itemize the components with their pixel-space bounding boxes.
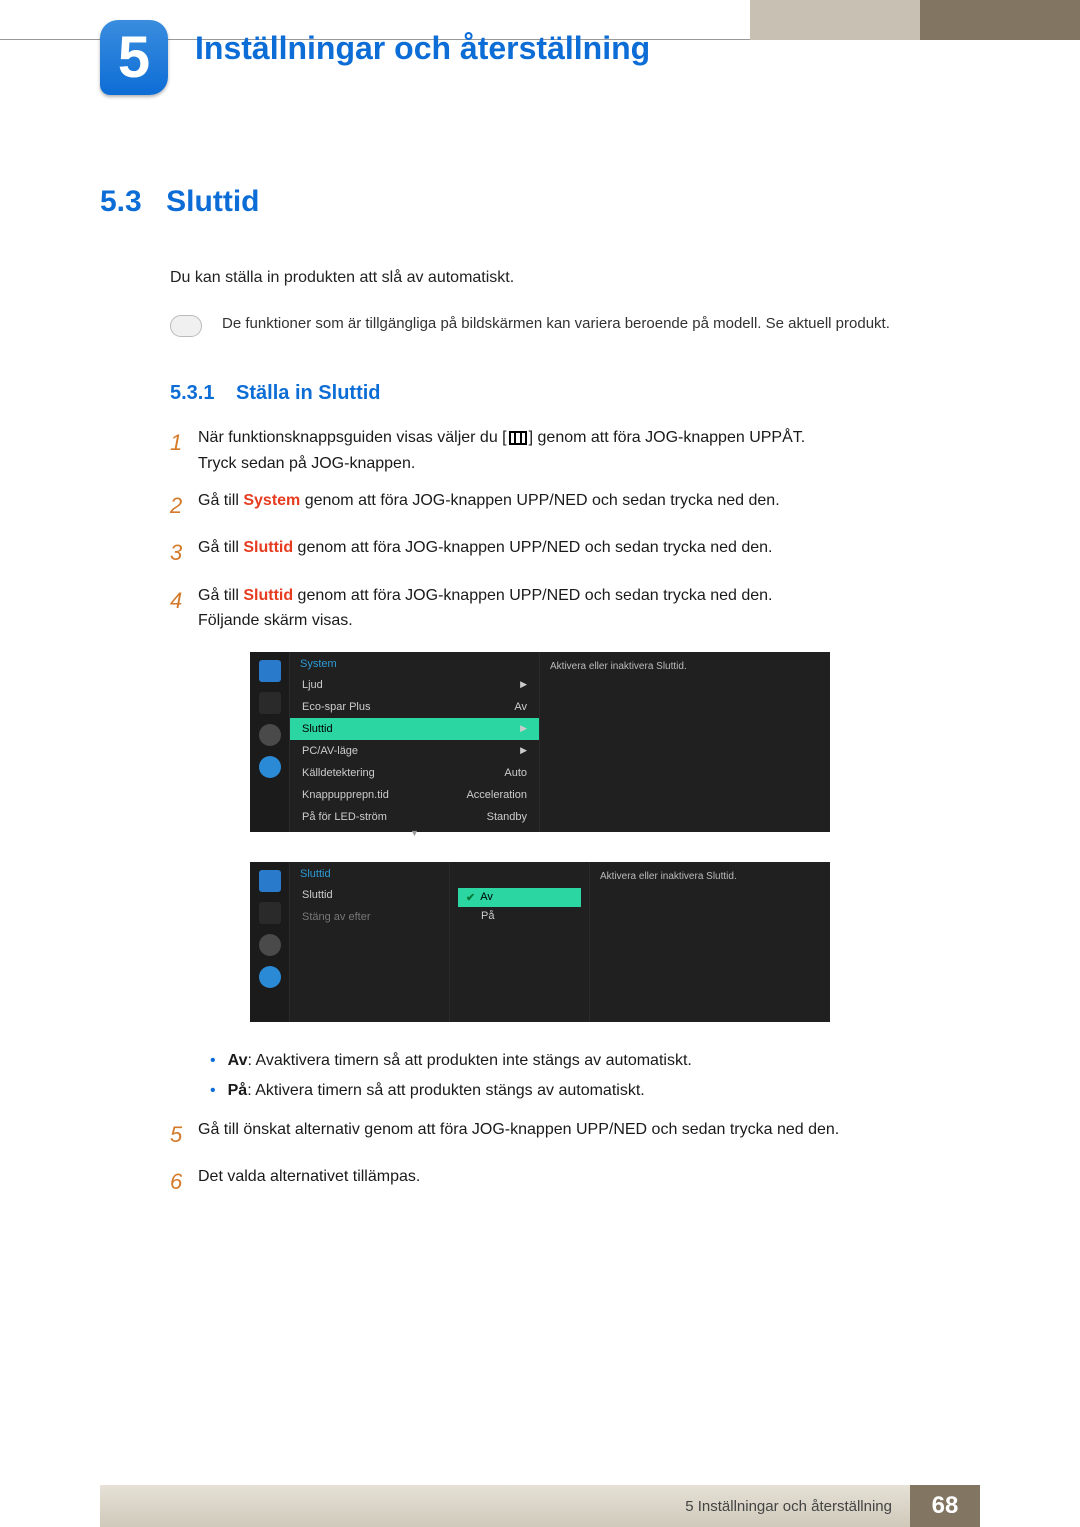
step-text: Tryck sedan på JOG-knappen. bbox=[198, 455, 415, 472]
osd-row-stang-av-efter: Stäng av efter bbox=[290, 906, 449, 928]
step-number: 5 bbox=[170, 1117, 198, 1152]
option-label: Av bbox=[228, 1052, 248, 1069]
page-footer: 5 Inställningar och återställning 68 bbox=[0, 1485, 1080, 1527]
osd-screenshot-system: System Ljud▶ Eco-spar PlusAv Sluttid▶ PC… bbox=[250, 652, 830, 832]
osd-row-led: På för LED-strömStandby bbox=[290, 806, 539, 828]
osd-row-sluttid: Sluttid bbox=[290, 884, 449, 906]
step-text: genom att föra JOG-knappen UPP/NED och s… bbox=[293, 539, 772, 556]
chevron-right-icon: ▶ bbox=[520, 745, 527, 757]
chapter-number: 5 bbox=[118, 24, 150, 91]
osd-icon-column bbox=[250, 862, 290, 1022]
osd-help-text: Aktivera eller inaktivera Sluttid. bbox=[540, 652, 830, 832]
picture-icon bbox=[259, 870, 281, 892]
header-accent-grey bbox=[750, 0, 920, 40]
step-1: 1 När funktionsknappsguiden visas väljer… bbox=[170, 425, 980, 476]
section-number: 5.3 bbox=[100, 185, 142, 218]
chapter-number-badge: 5 bbox=[100, 20, 168, 95]
osd-menu-list: System Ljud▶ Eco-spar PlusAv Sluttid▶ PC… bbox=[290, 652, 540, 832]
note-icon bbox=[170, 315, 202, 337]
subsection-5-3-1-heading: 5.3.1 Ställa in Sluttid bbox=[170, 382, 980, 405]
section-5-3-heading: 5.3 Sluttid bbox=[100, 185, 980, 219]
header-accent-khaki bbox=[920, 0, 1080, 40]
step-text: ] genom att föra JOG-knappen UPPÅT. bbox=[529, 429, 806, 446]
step-number: 3 bbox=[170, 535, 198, 570]
option-label: På bbox=[228, 1082, 248, 1099]
option-av-selected: ✔Av bbox=[458, 888, 581, 907]
option-pa: På bbox=[458, 907, 581, 925]
gear-icon bbox=[259, 724, 281, 746]
bullet-dot: • bbox=[210, 1076, 216, 1106]
keyword-sluttid: Sluttid bbox=[243, 539, 293, 556]
section-intro: Du kan ställa in produkten att slå av au… bbox=[170, 269, 980, 287]
note-row: De funktioner som är tillgängliga på bil… bbox=[170, 313, 980, 337]
osd-submenu-list: Sluttid Sluttid Stäng av efter bbox=[290, 862, 450, 1022]
step-2: 2 Gå till System genom att föra JOG-knap… bbox=[170, 488, 980, 523]
osd-help-text: Aktivera eller inaktivera Sluttid. bbox=[590, 862, 830, 1022]
picture-icon bbox=[259, 660, 281, 682]
subsection-number: 5.3.1 bbox=[170, 382, 214, 404]
step-number: 1 bbox=[170, 425, 198, 476]
option-desc: : Avaktivera timern så att produkten int… bbox=[247, 1052, 691, 1069]
info-icon bbox=[259, 966, 281, 988]
step-5: 5 Gå till önskat alternativ genom att fö… bbox=[170, 1117, 980, 1152]
osd-row-pcav: PC/AV-läge▶ bbox=[290, 740, 539, 762]
gear-icon bbox=[259, 934, 281, 956]
step-text: genom att föra JOG-knappen UPP/NED och s… bbox=[300, 492, 779, 509]
footer-chapter-label: 5 Inställningar och återställning bbox=[100, 1485, 910, 1527]
osd-submenu-header: Sluttid bbox=[290, 862, 449, 884]
subsection-title: Ställa in Sluttid bbox=[236, 382, 380, 404]
chevron-down-icon: ▼ bbox=[290, 828, 539, 838]
chevron-right-icon: ▶ bbox=[520, 723, 527, 735]
step-number: 6 bbox=[170, 1164, 198, 1199]
note-text: De funktioner som är tillgängliga på bil… bbox=[222, 313, 980, 334]
screen-icon bbox=[259, 902, 281, 924]
bullet-av: • Av: Avaktivera timern så att produkten … bbox=[210, 1046, 980, 1076]
bullet-dot: • bbox=[210, 1046, 216, 1076]
keyword-system: System bbox=[243, 492, 300, 509]
bullet-pa: • På: Aktivera timern så att produkten st… bbox=[210, 1076, 980, 1106]
menu-icon bbox=[509, 431, 527, 445]
step-text: genom att föra JOG-knappen UPP/NED och s… bbox=[293, 587, 772, 604]
step-text: Gå till önskat alternativ genom att föra… bbox=[198, 1117, 980, 1152]
step-text: När funktionsknappsguiden visas väljer d… bbox=[198, 429, 507, 446]
osd-row-ljud: Ljud▶ bbox=[290, 674, 539, 696]
osd-menu-header: System bbox=[290, 652, 539, 674]
info-icon bbox=[259, 756, 281, 778]
step-number: 4 bbox=[170, 583, 198, 634]
osd-row-kalld: KälldetekteringAuto bbox=[290, 762, 539, 784]
page-number: 68 bbox=[910, 1485, 980, 1527]
osd-row-eco: Eco-spar PlusAv bbox=[290, 696, 539, 718]
step-6: 6 Det valda alternativet tillämpas. bbox=[170, 1164, 980, 1199]
step-text: Följande skärm visas. bbox=[198, 612, 353, 629]
step-text: Gå till bbox=[198, 587, 243, 604]
chevron-right-icon: ▶ bbox=[520, 679, 527, 691]
option-desc: : Aktivera timern så att produkten stäng… bbox=[247, 1082, 645, 1099]
step-text: Gå till bbox=[198, 539, 243, 556]
step-3: 3 Gå till Sluttid genom att föra JOG-kna… bbox=[170, 535, 980, 570]
step-text: Det valda alternativet tillämpas. bbox=[198, 1164, 980, 1199]
step-number: 2 bbox=[170, 488, 198, 523]
screen-icon bbox=[259, 692, 281, 714]
osd-icon-column bbox=[250, 652, 290, 832]
check-icon: ✔ bbox=[466, 891, 475, 904]
chapter-title: Inställningar och återställning bbox=[195, 30, 650, 67]
step-text: Gå till bbox=[198, 492, 243, 509]
section-title: Sluttid bbox=[166, 185, 259, 218]
keyword-sluttid: Sluttid bbox=[243, 587, 293, 604]
step-4: 4 Gå till Sluttid genom att föra JOG-kna… bbox=[170, 583, 980, 634]
osd-row-sluttid-selected: Sluttid▶ bbox=[290, 718, 539, 740]
osd-options-panel: ✔Av På bbox=[450, 862, 590, 1022]
osd-screenshot-sluttid: Sluttid Sluttid Stäng av efter ✔Av På Ak… bbox=[250, 862, 830, 1022]
osd-row-knapp: Knappupprepn.tidAcceleration bbox=[290, 784, 539, 806]
